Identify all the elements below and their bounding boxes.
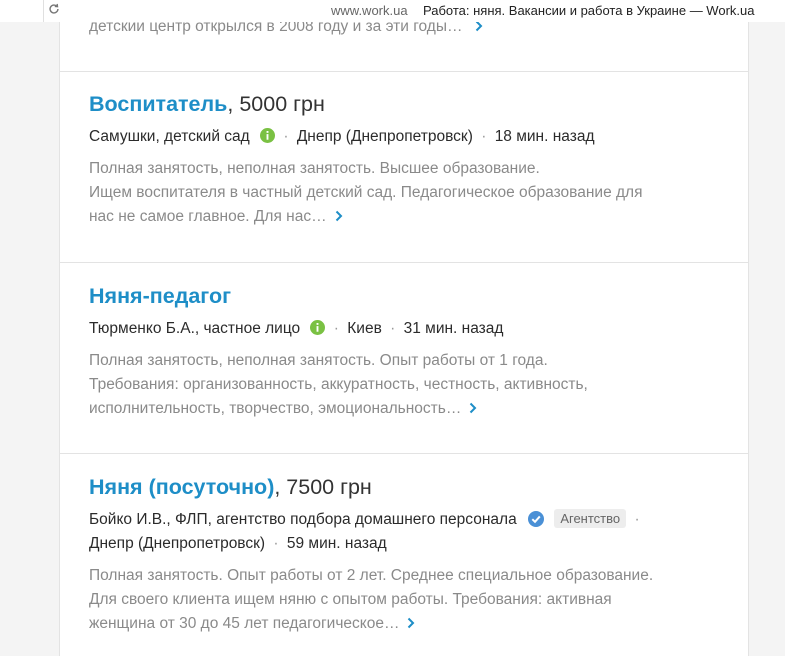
job-meta-secondary: Днепр (Днепропетровск) · 59 мин. назад [89, 532, 729, 555]
description-line: Полная занятость, неполная занятость. Оп… [89, 352, 548, 369]
meta-separator: · [283, 128, 289, 145]
job-meta: Самушки, детский сад · Днепр (Днепропетр… [89, 125, 729, 148]
description-line: Требования: организованность, аккуратнос… [89, 376, 588, 393]
company-name: Самушки, детский сад [89, 128, 250, 145]
description-line: Ищем воспитателя в частный детский сад. … [89, 184, 643, 201]
job-title-line: Няня (посуточно), 7500 грн [89, 473, 729, 501]
job-description: Полная занятость, неполная занятость. Оп… [89, 349, 729, 421]
posted-time: 18 мин. назад [494, 128, 595, 145]
job-list: детский центр открылся в 2008 году и за … [59, 0, 749, 656]
posted-time: 59 мин. назад [286, 535, 387, 552]
posted-time: 31 мин. назад [403, 320, 504, 337]
job-title-link[interactable]: Воспитатель [89, 92, 227, 116]
job-divider [60, 262, 748, 263]
description-line: женщина от 30 до 45 лет педагогическое… [89, 615, 400, 632]
meta-separator: · [390, 320, 396, 337]
job-meta: Тюрменко Б.А., частное лицо · Киев · 31 … [89, 317, 729, 340]
job-divider [60, 453, 748, 454]
job-location: Киев [347, 320, 382, 337]
description-line: нас не самое главное. Для нас… [89, 208, 327, 225]
meta-separator: · [634, 511, 640, 528]
info-icon[interactable] [260, 128, 276, 143]
job-title-line: Няня-педагог [89, 282, 729, 310]
description-line: Полная занятость, неполная занятость. Вы… [89, 160, 540, 177]
agency-badge: Агентство [554, 509, 627, 528]
meta-separator: · [273, 535, 279, 552]
job-salary: , 5000 грн [227, 92, 325, 116]
job-description: Полная занятость. Опыт работы от 2 лет. … [89, 564, 729, 636]
job-description: Полная занятость, неполная занятость. Вы… [89, 157, 729, 229]
company-name: Тюрменко Б.А., частное лицо [89, 320, 301, 337]
info-icon[interactable] [310, 320, 326, 335]
meta-separator: · [333, 320, 339, 337]
address-domain[interactable]: www.work.ua [331, 3, 408, 18]
job-title-line: Воспитатель, 5000 грн [89, 90, 729, 118]
description-line: Полная занятость. Опыт работы от 2 лет. … [89, 567, 654, 584]
verified-icon[interactable] [528, 511, 545, 527]
job-divider [60, 71, 748, 72]
page-tab-title: Работа: няня. Вакансии и работа в Украин… [423, 3, 755, 18]
chevron-right-icon[interactable] [469, 402, 477, 414]
job-location: Днепр (Днепропетровск) [296, 128, 473, 145]
description-line: Для своего клиента ищем няню с опытом ра… [89, 591, 612, 608]
company-name: Бойко И.В., ФЛП, агентство подбора домаш… [89, 511, 517, 528]
chevron-right-icon[interactable] [335, 210, 343, 222]
job-card: Воспитатель, 5000 грн Самушки, детский с… [89, 90, 729, 229]
job-card: Няня (посуточно), 7500 грн Бойко И.В., Ф… [89, 473, 729, 636]
browser-address-bar: www.work.ua Работа: няня. Вакансии и раб… [0, 0, 785, 22]
job-title-link[interactable]: Няня (посуточно) [89, 475, 274, 499]
chevron-right-icon[interactable] [407, 617, 415, 629]
description-line: исполнительность, творчество, эмоциональ… [89, 400, 462, 417]
reload-icon[interactable] [47, 2, 61, 16]
job-salary: , 7500 грн [274, 475, 372, 499]
job-meta: Бойко И.В., ФЛП, агентство подбора домаш… [89, 508, 729, 531]
toolbar-separator [43, 0, 44, 22]
meta-separator: · [481, 128, 487, 145]
job-location: Днепр (Днепропетровск) [89, 535, 266, 552]
job-card: Няня-педагог Тюрменко Б.А., частное лицо… [89, 282, 729, 421]
job-title-link[interactable]: Няня-педагог [89, 284, 231, 308]
